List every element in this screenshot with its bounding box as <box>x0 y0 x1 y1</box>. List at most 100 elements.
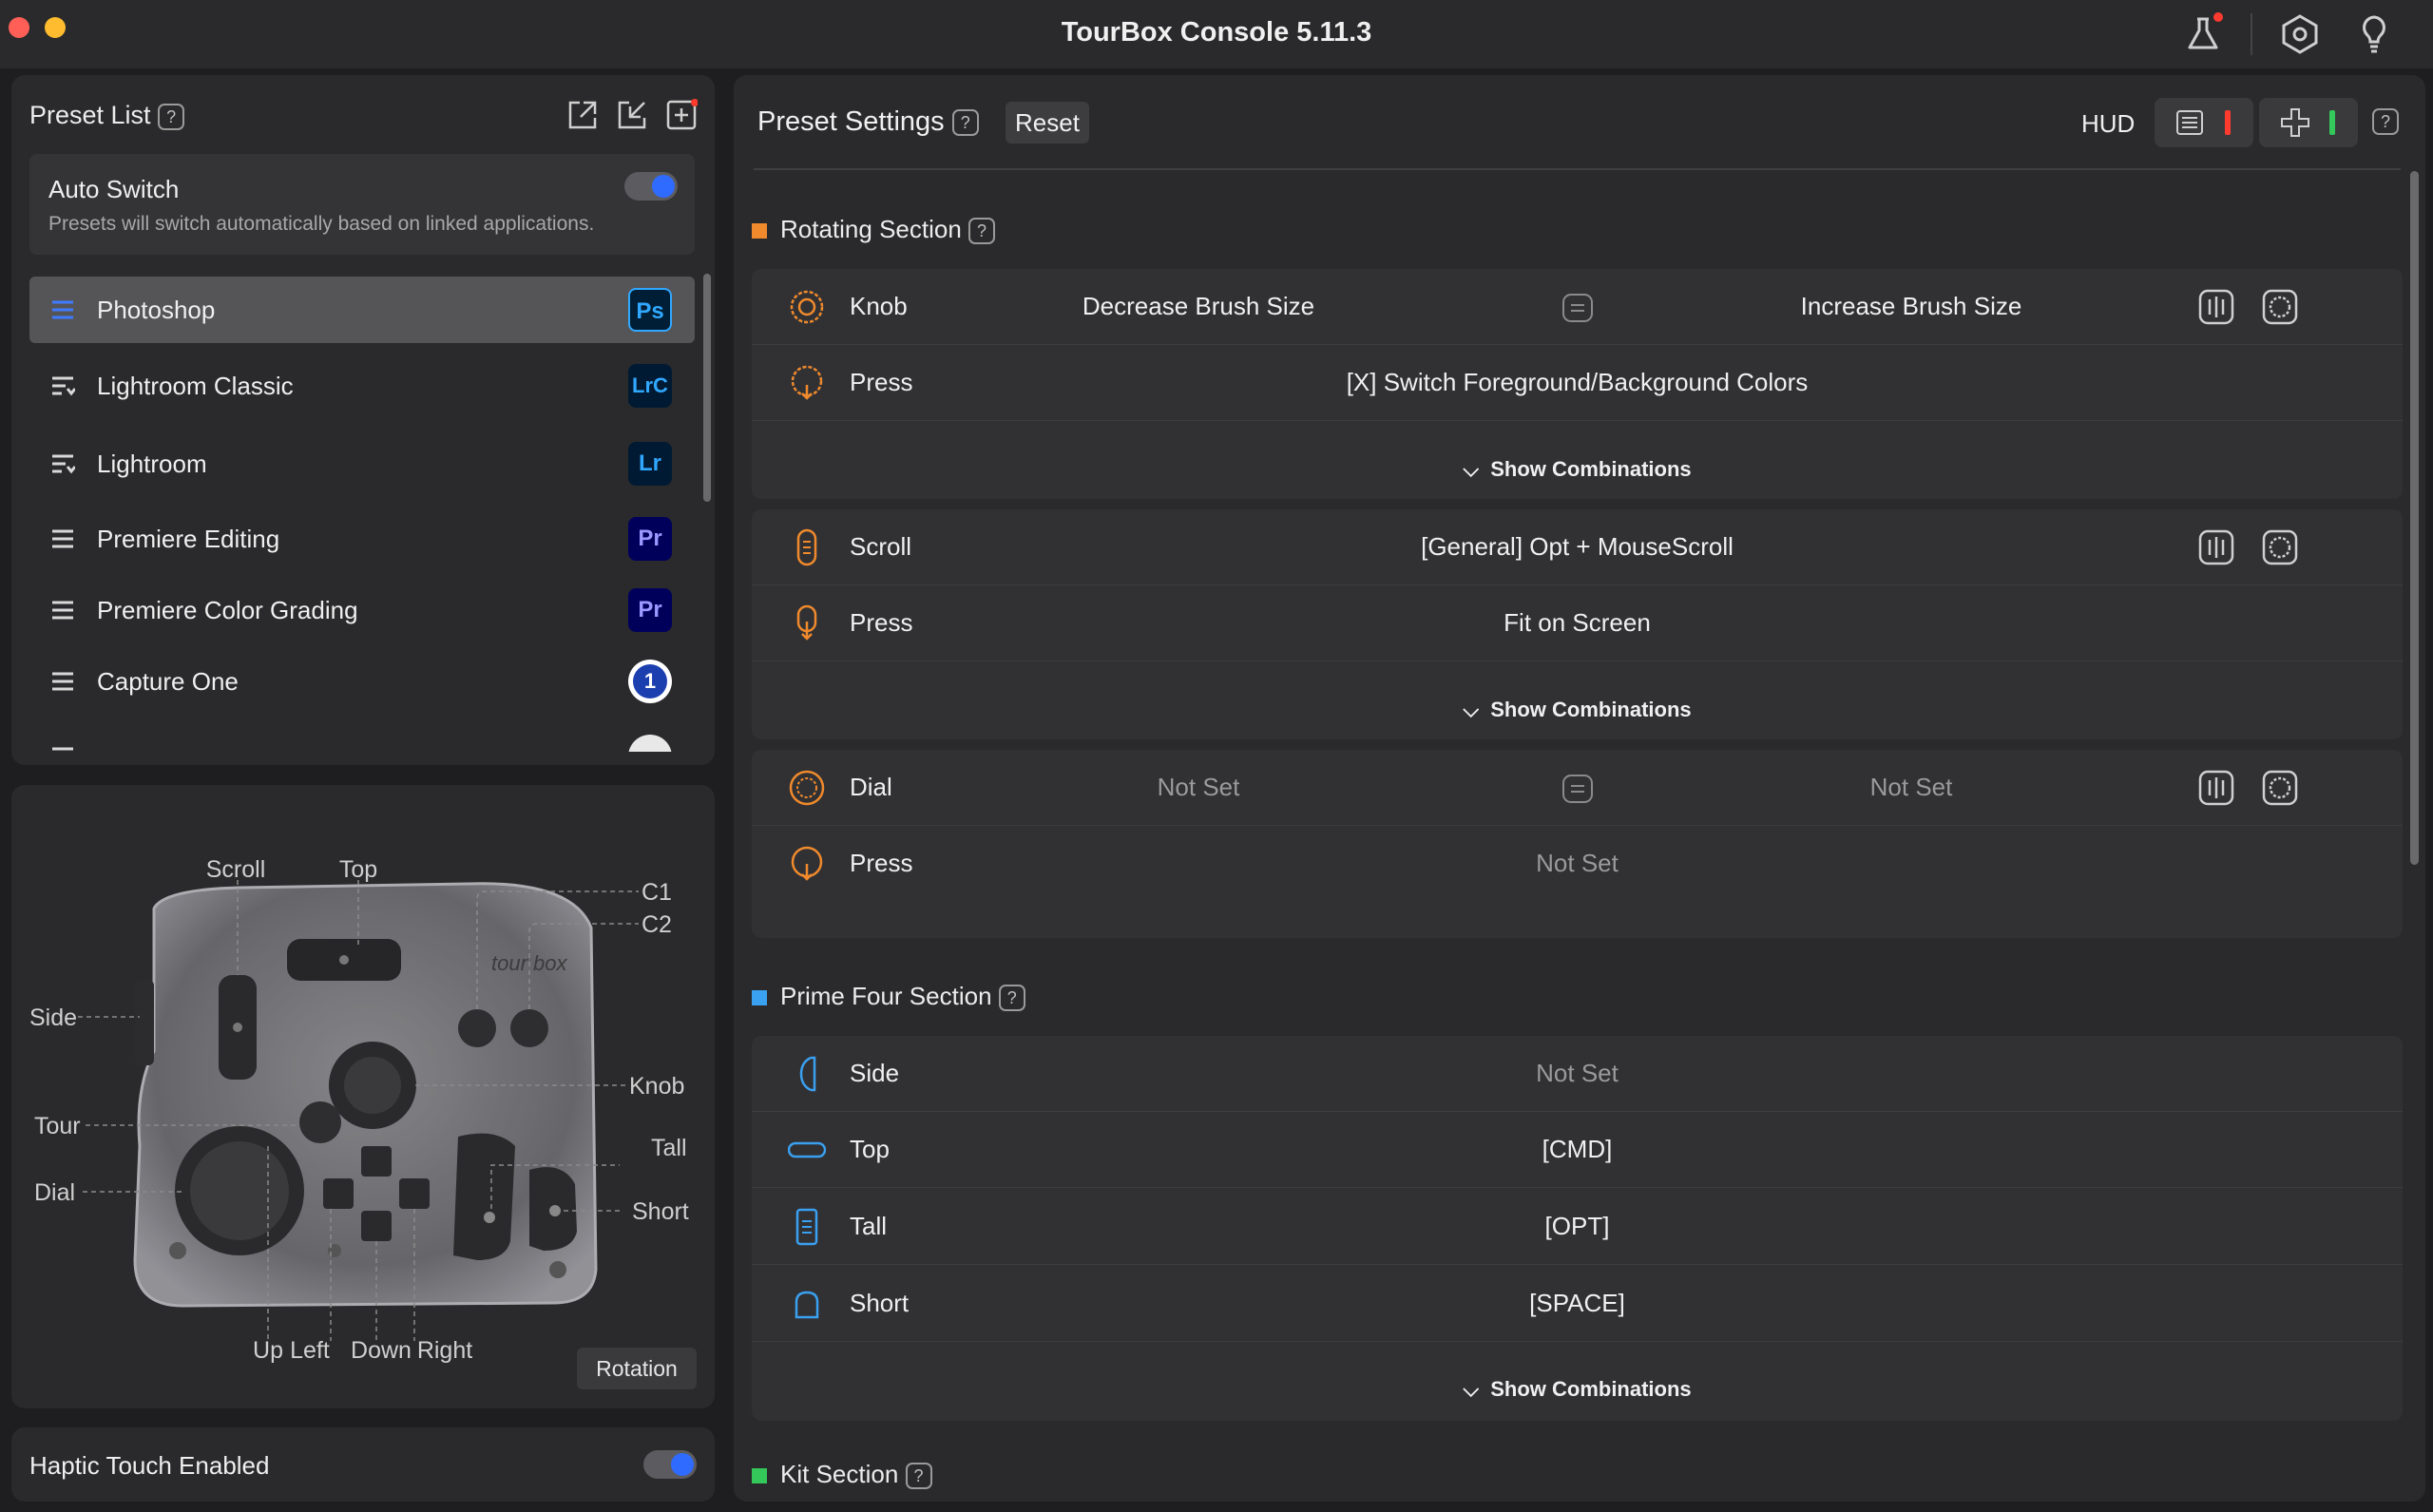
tour-button <box>299 1101 341 1143</box>
settings-hexagon-icon[interactable] <box>2277 11 2323 57</box>
knob-press-row[interactable]: Press [X] Switch Foreground/Background C… <box>752 345 2403 421</box>
tall-row[interactable]: Tall [OPT] <box>752 1189 2403 1265</box>
rotating-section-header: Rotating Section ? <box>752 215 996 245</box>
up-button <box>361 1146 392 1177</box>
side-action[interactable]: Not Set <box>752 1059 2403 1088</box>
capture-one-icon: 1 <box>628 660 672 703</box>
prime-show-combinations[interactable]: ⌵ Show Combinations <box>752 1360 2403 1419</box>
top-row[interactable]: Top [CMD] <box>752 1112 2403 1188</box>
down-button <box>361 1211 392 1241</box>
photoshop-icon: Ps <box>628 288 672 332</box>
preset-item-premiere-color-grading[interactable]: Premiere Color Grading Pr <box>29 577 695 643</box>
tall-action[interactable]: [OPT] <box>752 1212 2403 1241</box>
kit-help-icon[interactable]: ? <box>905 1463 932 1490</box>
scroll-card: Scroll [General] Opt + MouseScroll Press… <box>752 509 2403 739</box>
preset-item-lightroom-classic[interactable]: Lightroom Classic LrC <box>29 353 695 419</box>
export-icon[interactable] <box>566 99 599 131</box>
preset-item-capture-one[interactable]: Capture One 1 <box>29 648 695 715</box>
dial-press-action[interactable]: Not Set <box>752 849 2403 878</box>
device-label-scroll: Scroll <box>206 856 266 883</box>
hud-device-status-indicator <box>2329 110 2335 135</box>
premiere-icon: Pr <box>628 588 672 632</box>
scroll-press-row[interactable]: Press Fit on Screen <box>752 585 2403 661</box>
preset-item-premiere-editing[interactable]: Premiere Editing Pr <box>29 506 695 572</box>
menu-icon <box>52 529 73 548</box>
c1-button <box>458 1009 496 1047</box>
titlebar-divider <box>2251 13 2252 55</box>
knob-icon <box>790 290 824 324</box>
haptic-settings-icon[interactable] <box>2197 769 2235 807</box>
preset-item-photoshop[interactable]: Photoshop Ps <box>29 277 695 343</box>
device-label-tall: Tall <box>651 1135 687 1161</box>
knob-card: Knob Decrease Brush Size Increase Brush … <box>752 269 2403 499</box>
knob-left-action[interactable]: Decrease Brush Size <box>961 292 1436 321</box>
preset-item-label: Capture One <box>97 667 239 696</box>
auto-switch-label: Auto Switch <box>48 175 180 203</box>
lightroom-classic-icon: LrC <box>628 364 672 408</box>
dial-icon <box>789 770 825 806</box>
dial-right-action[interactable]: Not Set <box>1674 773 2149 802</box>
knob-show-combinations[interactable]: ⌵ Show Combinations <box>752 440 2403 499</box>
device-layout-icon <box>2281 108 2309 137</box>
tall-button <box>453 1133 515 1260</box>
tourbox-device-diagram: tour box Scroll Top C1 C2 Side Knob Tour… <box>29 856 689 1364</box>
import-icon[interactable] <box>616 99 648 131</box>
device-label-dial: Dial <box>34 1179 75 1206</box>
device-label-c2: C2 <box>642 911 672 938</box>
scroll-action[interactable]: [General] Opt + MouseScroll <box>752 532 2403 562</box>
preset-list-scrollbar[interactable] <box>703 274 711 502</box>
rotating-help-icon[interactable]: ? <box>968 218 996 245</box>
equal-icon[interactable] <box>1562 775 1593 803</box>
auto-switch-toggle[interactable] <box>624 172 678 201</box>
scroll-show-combinations[interactable]: ⌵ Show Combinations <box>752 680 2403 739</box>
add-preset-icon[interactable] <box>665 99 698 131</box>
haptic-settings-icon[interactable] <box>2197 288 2235 326</box>
rotation-speed-icon[interactable] <box>2261 769 2299 807</box>
equal-icon[interactable] <box>1562 294 1593 322</box>
rotation-speed-icon[interactable] <box>2261 528 2299 566</box>
scroll-row[interactable]: Scroll [General] Opt + MouseScroll <box>752 509 2403 585</box>
knob-right-action[interactable]: Increase Brush Size <box>1674 292 2149 321</box>
window-title: TourBox Console 5.11.3 <box>1061 17 1372 48</box>
hud-list-button[interactable] <box>2155 98 2253 147</box>
prime-four-help-icon[interactable]: ? <box>998 985 1025 1012</box>
short-action[interactable]: [SPACE] <box>752 1289 2403 1318</box>
dial-press-row[interactable]: Press Not Set <box>752 826 2403 902</box>
app-icon <box>628 735 672 752</box>
haptic-settings-icon[interactable] <box>2197 528 2235 566</box>
preset-item-label: Photoshop <box>97 296 216 324</box>
preset-item-label: Lightroom Classic <box>97 372 294 400</box>
side-row[interactable]: Side Not Set <box>752 1036 2403 1112</box>
haptic-toggle[interactable] <box>643 1450 697 1479</box>
preset-list-help-icon[interactable]: ? <box>158 103 185 130</box>
scroll-press-action[interactable]: Fit on Screen <box>752 608 2403 638</box>
knob-row[interactable]: Knob Decrease Brush Size Increase Brush … <box>752 269 2403 345</box>
preset-item-lightroom[interactable]: Lightroom Lr <box>29 431 695 497</box>
top-action[interactable]: [CMD] <box>752 1135 2403 1164</box>
lab-flask-icon[interactable] <box>2180 11 2226 57</box>
rotation-button[interactable]: Rotation <box>577 1348 697 1389</box>
dial-row[interactable]: Dial Not Set Not Set <box>752 750 2403 826</box>
lightroom-icon: Lr <box>628 442 672 486</box>
knob-press-action[interactable]: [X] Switch Foreground/Background Colors <box>752 368 2403 397</box>
dial-left-action[interactable]: Not Set <box>961 773 1436 802</box>
short-row[interactable]: Short [SPACE] <box>752 1266 2403 1342</box>
preset-item-partial[interactable] <box>29 723 695 752</box>
haptic-label: Haptic Touch Enabled <box>29 1451 270 1480</box>
hud-help-icon[interactable]: ? <box>2372 108 2399 135</box>
prime-four-card: Side Not Set Top [CMD] Tall [OPT] Short … <box>752 1036 2403 1421</box>
preset-settings-help-icon[interactable]: ? <box>951 109 979 137</box>
lightbulb-icon[interactable] <box>2351 11 2397 57</box>
rotation-speed-icon[interactable] <box>2261 288 2299 326</box>
menu-icon <box>52 747 73 751</box>
device-label-short: Short <box>632 1198 689 1225</box>
device-label-c1: C1 <box>642 879 672 906</box>
left-button <box>323 1178 354 1209</box>
preset-settings-title: Preset Settings ? <box>757 106 979 138</box>
hud-list-status-indicator <box>2225 110 2231 135</box>
settings-scrollbar[interactable] <box>2410 171 2419 865</box>
reset-button[interactable]: Reset <box>1006 102 1089 144</box>
hud-device-button[interactable] <box>2259 98 2358 147</box>
settings-divider <box>754 168 2401 170</box>
preset-list-title: Preset List ? <box>29 101 185 130</box>
